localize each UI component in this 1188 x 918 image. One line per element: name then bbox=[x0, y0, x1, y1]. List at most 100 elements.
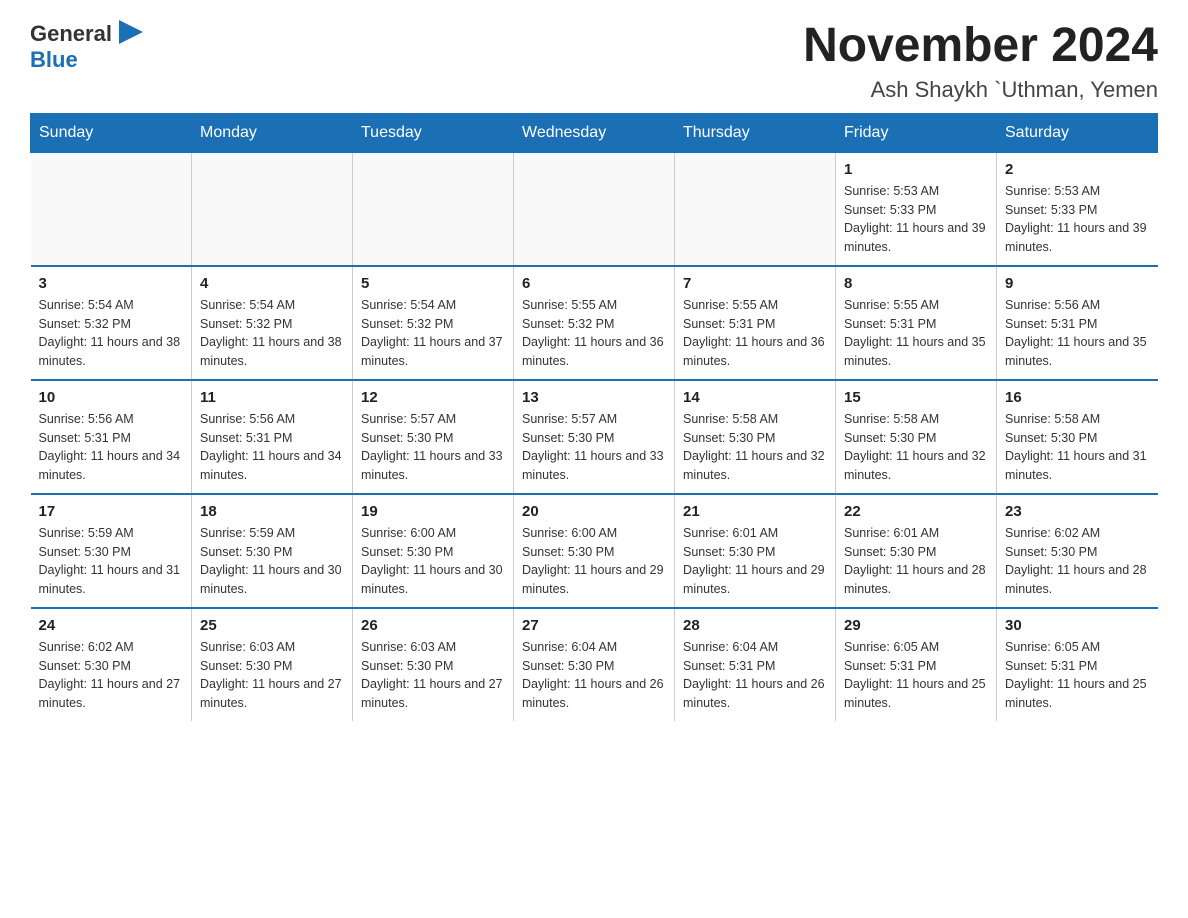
day-info: Sunrise: 5:57 AMSunset: 5:30 PMDaylight:… bbox=[361, 410, 505, 485]
logo-arrow-icon bbox=[115, 16, 147, 48]
calendar-week-row: 24Sunrise: 6:02 AMSunset: 5:30 PMDayligh… bbox=[31, 608, 1158, 721]
day-number: 13 bbox=[522, 389, 666, 406]
table-row bbox=[31, 152, 192, 266]
day-number: 30 bbox=[1005, 617, 1150, 634]
table-row: 13 Sunrise: 5:57 AMSunset: 5:30 PMDayligh… bbox=[514, 380, 675, 494]
table-row: 26 Sunrise: 6:03 AMSunset: 5:30 PMDayligh… bbox=[353, 608, 514, 721]
day-number: 14 bbox=[683, 389, 827, 406]
table-row: 23 Sunrise: 6:02 AMSunset: 5:30 PMDayligh… bbox=[997, 494, 1158, 608]
table-row: 18 Sunrise: 5:59 AMSunset: 5:30 PMDayligh… bbox=[192, 494, 353, 608]
header-thursday: Thursday bbox=[675, 113, 836, 152]
day-number: 26 bbox=[361, 617, 505, 634]
day-info: Sunrise: 6:05 AMSunset: 5:31 PMDaylight:… bbox=[1005, 638, 1150, 713]
header-tuesday: Tuesday bbox=[353, 113, 514, 152]
header-saturday: Saturday bbox=[997, 113, 1158, 152]
day-number: 2 bbox=[1005, 161, 1150, 178]
table-row: 15 Sunrise: 5:58 AMSunset: 5:30 PMDayligh… bbox=[836, 380, 997, 494]
day-info: Sunrise: 6:02 AMSunset: 5:30 PMDaylight:… bbox=[1005, 524, 1150, 599]
logo-top: General bbox=[30, 20, 147, 48]
day-info: Sunrise: 5:58 AMSunset: 5:30 PMDaylight:… bbox=[844, 410, 988, 485]
table-row: 1Sunrise: 5:53 AMSunset: 5:33 PMDaylight… bbox=[836, 152, 997, 266]
table-row: 17 Sunrise: 5:59 AMSunset: 5:30 PMDayligh… bbox=[31, 494, 192, 608]
day-number: 11 bbox=[200, 389, 344, 406]
main-title: November 2024 bbox=[803, 20, 1158, 73]
day-number: 22 bbox=[844, 503, 988, 520]
day-info: Sunrise: 5:56 AMSunset: 5:31 PMDaylight:… bbox=[200, 410, 344, 485]
day-info: Sunrise: 6:05 AMSunset: 5:31 PMDaylight:… bbox=[844, 638, 988, 713]
page-header: General Blue November 2024 Ash Shaykh `U… bbox=[30, 20, 1158, 103]
subtitle: Ash Shaykh `Uthman, Yemen bbox=[803, 77, 1158, 103]
day-info: Sunrise: 5:56 AMSunset: 5:31 PMDaylight:… bbox=[39, 410, 184, 485]
table-row: 27Sunrise: 6:04 AMSunset: 5:30 PMDayligh… bbox=[514, 608, 675, 721]
day-number: 6 bbox=[522, 275, 666, 292]
logo-wrapper: General Blue bbox=[30, 20, 147, 72]
day-number: 17 bbox=[39, 503, 184, 520]
calendar-week-row: 1 Sunrise: 5:53 AMSunset: 5:33 PMDaylight… bbox=[31, 152, 1158, 266]
header-wednesday: Wednesday bbox=[514, 113, 675, 152]
day-info: Sunrise: 5:55 AMSunset: 5:31 PMDaylight:… bbox=[683, 296, 827, 371]
day-number: 19 bbox=[361, 503, 505, 520]
day-number: 10 bbox=[39, 389, 184, 406]
day-info: Sunrise: 5:54 AMSunset: 5:32 PMDaylight:… bbox=[39, 296, 184, 371]
table-row: 3Sunrise: 5:54 AMSunset: 5:32 PMDaylight… bbox=[31, 266, 192, 380]
header-friday: Friday bbox=[836, 113, 997, 152]
day-info: Sunrise: 5:53 AMSunset: 5:33 PMDaylight:… bbox=[1005, 182, 1150, 257]
table-row: 11 Sunrise: 5:56 AMSunset: 5:31 PMDayligh… bbox=[192, 380, 353, 494]
table-row: 24Sunrise: 6:02 AMSunset: 5:30 PMDayligh… bbox=[31, 608, 192, 721]
day-number: 9 bbox=[1005, 275, 1150, 292]
day-number: 24 bbox=[39, 617, 184, 634]
day-info: Sunrise: 5:54 AMSunset: 5:32 PMDaylight:… bbox=[361, 296, 505, 371]
header-monday: Monday bbox=[192, 113, 353, 152]
day-info: Sunrise: 5:55 AMSunset: 5:32 PMDaylight:… bbox=[522, 296, 666, 371]
table-row: 30 Sunrise: 6:05 AMSunset: 5:31 PMDayligh… bbox=[997, 608, 1158, 721]
day-info: Sunrise: 5:57 AMSunset: 5:30 PMDaylight:… bbox=[522, 410, 666, 485]
day-number: 15 bbox=[844, 389, 988, 406]
day-info: Sunrise: 5:58 AMSunset: 5:30 PMDaylight:… bbox=[1005, 410, 1150, 485]
table-row: 8Sunrise: 5:55 AMSunset: 5:31 PMDaylight… bbox=[836, 266, 997, 380]
day-number: 4 bbox=[200, 275, 344, 292]
calendar-table: Sunday Monday Tuesday Wednesday Thursday… bbox=[30, 113, 1158, 721]
logo-blue-text: Blue bbox=[30, 48, 147, 72]
day-number: 8 bbox=[844, 275, 988, 292]
logo-general-text: General bbox=[30, 22, 112, 46]
day-info: Sunrise: 5:54 AMSunset: 5:32 PMDaylight:… bbox=[200, 296, 344, 371]
table-row: 6 Sunrise: 5:55 AMSunset: 5:32 PMDaylight… bbox=[514, 266, 675, 380]
calendar-week-row: 10 Sunrise: 5:56 AMSunset: 5:31 PMDayligh… bbox=[31, 380, 1158, 494]
table-row: 19Sunrise: 6:00 AMSunset: 5:30 PMDayligh… bbox=[353, 494, 514, 608]
day-number: 16 bbox=[1005, 389, 1150, 406]
table-row: 7 Sunrise: 5:55 AMSunset: 5:31 PMDaylight… bbox=[675, 266, 836, 380]
table-row: 9 Sunrise: 5:56 AMSunset: 5:31 PMDaylight… bbox=[997, 266, 1158, 380]
table-row: 22 Sunrise: 6:01 AMSunset: 5:30 PMDayligh… bbox=[836, 494, 997, 608]
day-info: Sunrise: 5:59 AMSunset: 5:30 PMDaylight:… bbox=[200, 524, 344, 599]
day-number: 7 bbox=[683, 275, 827, 292]
day-info: Sunrise: 6:01 AMSunset: 5:30 PMDaylight:… bbox=[844, 524, 988, 599]
table-row: 21Sunrise: 6:01 AMSunset: 5:30 PMDayligh… bbox=[675, 494, 836, 608]
table-row: 14 Sunrise: 5:58 AMSunset: 5:30 PMDayligh… bbox=[675, 380, 836, 494]
day-info: Sunrise: 5:59 AMSunset: 5:30 PMDaylight:… bbox=[39, 524, 184, 599]
table-row: 2 Sunrise: 5:53 AMSunset: 5:33 PMDaylight… bbox=[997, 152, 1158, 266]
day-number: 28 bbox=[683, 617, 827, 634]
day-number: 23 bbox=[1005, 503, 1150, 520]
calendar-header: Sunday Monday Tuesday Wednesday Thursday… bbox=[31, 113, 1158, 152]
table-row bbox=[353, 152, 514, 266]
table-row bbox=[675, 152, 836, 266]
header-sunday: Sunday bbox=[31, 113, 192, 152]
day-number: 1 bbox=[844, 161, 988, 178]
table-row bbox=[192, 152, 353, 266]
calendar-week-row: 3Sunrise: 5:54 AMSunset: 5:32 PMDaylight… bbox=[31, 266, 1158, 380]
calendar-body: 1 Sunrise: 5:53 AMSunset: 5:33 PMDaylight… bbox=[31, 152, 1158, 721]
day-info: Sunrise: 6:03 AMSunset: 5:30 PMDaylight:… bbox=[361, 638, 505, 713]
day-number: 18 bbox=[200, 503, 344, 520]
day-info: Sunrise: 5:56 AMSunset: 5:31 PMDaylight:… bbox=[1005, 296, 1150, 371]
title-section: November 2024 Ash Shaykh `Uthman, Yemen bbox=[803, 20, 1158, 103]
day-number: 5 bbox=[361, 275, 505, 292]
calendar-week-row: 17 Sunrise: 5:59 AMSunset: 5:30 PMDayligh… bbox=[31, 494, 1158, 608]
day-number: 25 bbox=[200, 617, 344, 634]
day-number: 27 bbox=[522, 617, 666, 634]
day-info: Sunrise: 5:58 AMSunset: 5:30 PMDaylight:… bbox=[683, 410, 827, 485]
day-info: Sunrise: 6:01 AMSunset: 5:30 PMDaylight:… bbox=[683, 524, 827, 599]
day-info: Sunrise: 6:00 AMSunset: 5:30 PMDaylight:… bbox=[522, 524, 666, 599]
day-info: Sunrise: 6:03 AMSunset: 5:30 PMDaylight:… bbox=[200, 638, 344, 713]
day-number: 20 bbox=[522, 503, 666, 520]
day-info: Sunrise: 6:04 AMSunset: 5:31 PMDaylight:… bbox=[683, 638, 827, 713]
